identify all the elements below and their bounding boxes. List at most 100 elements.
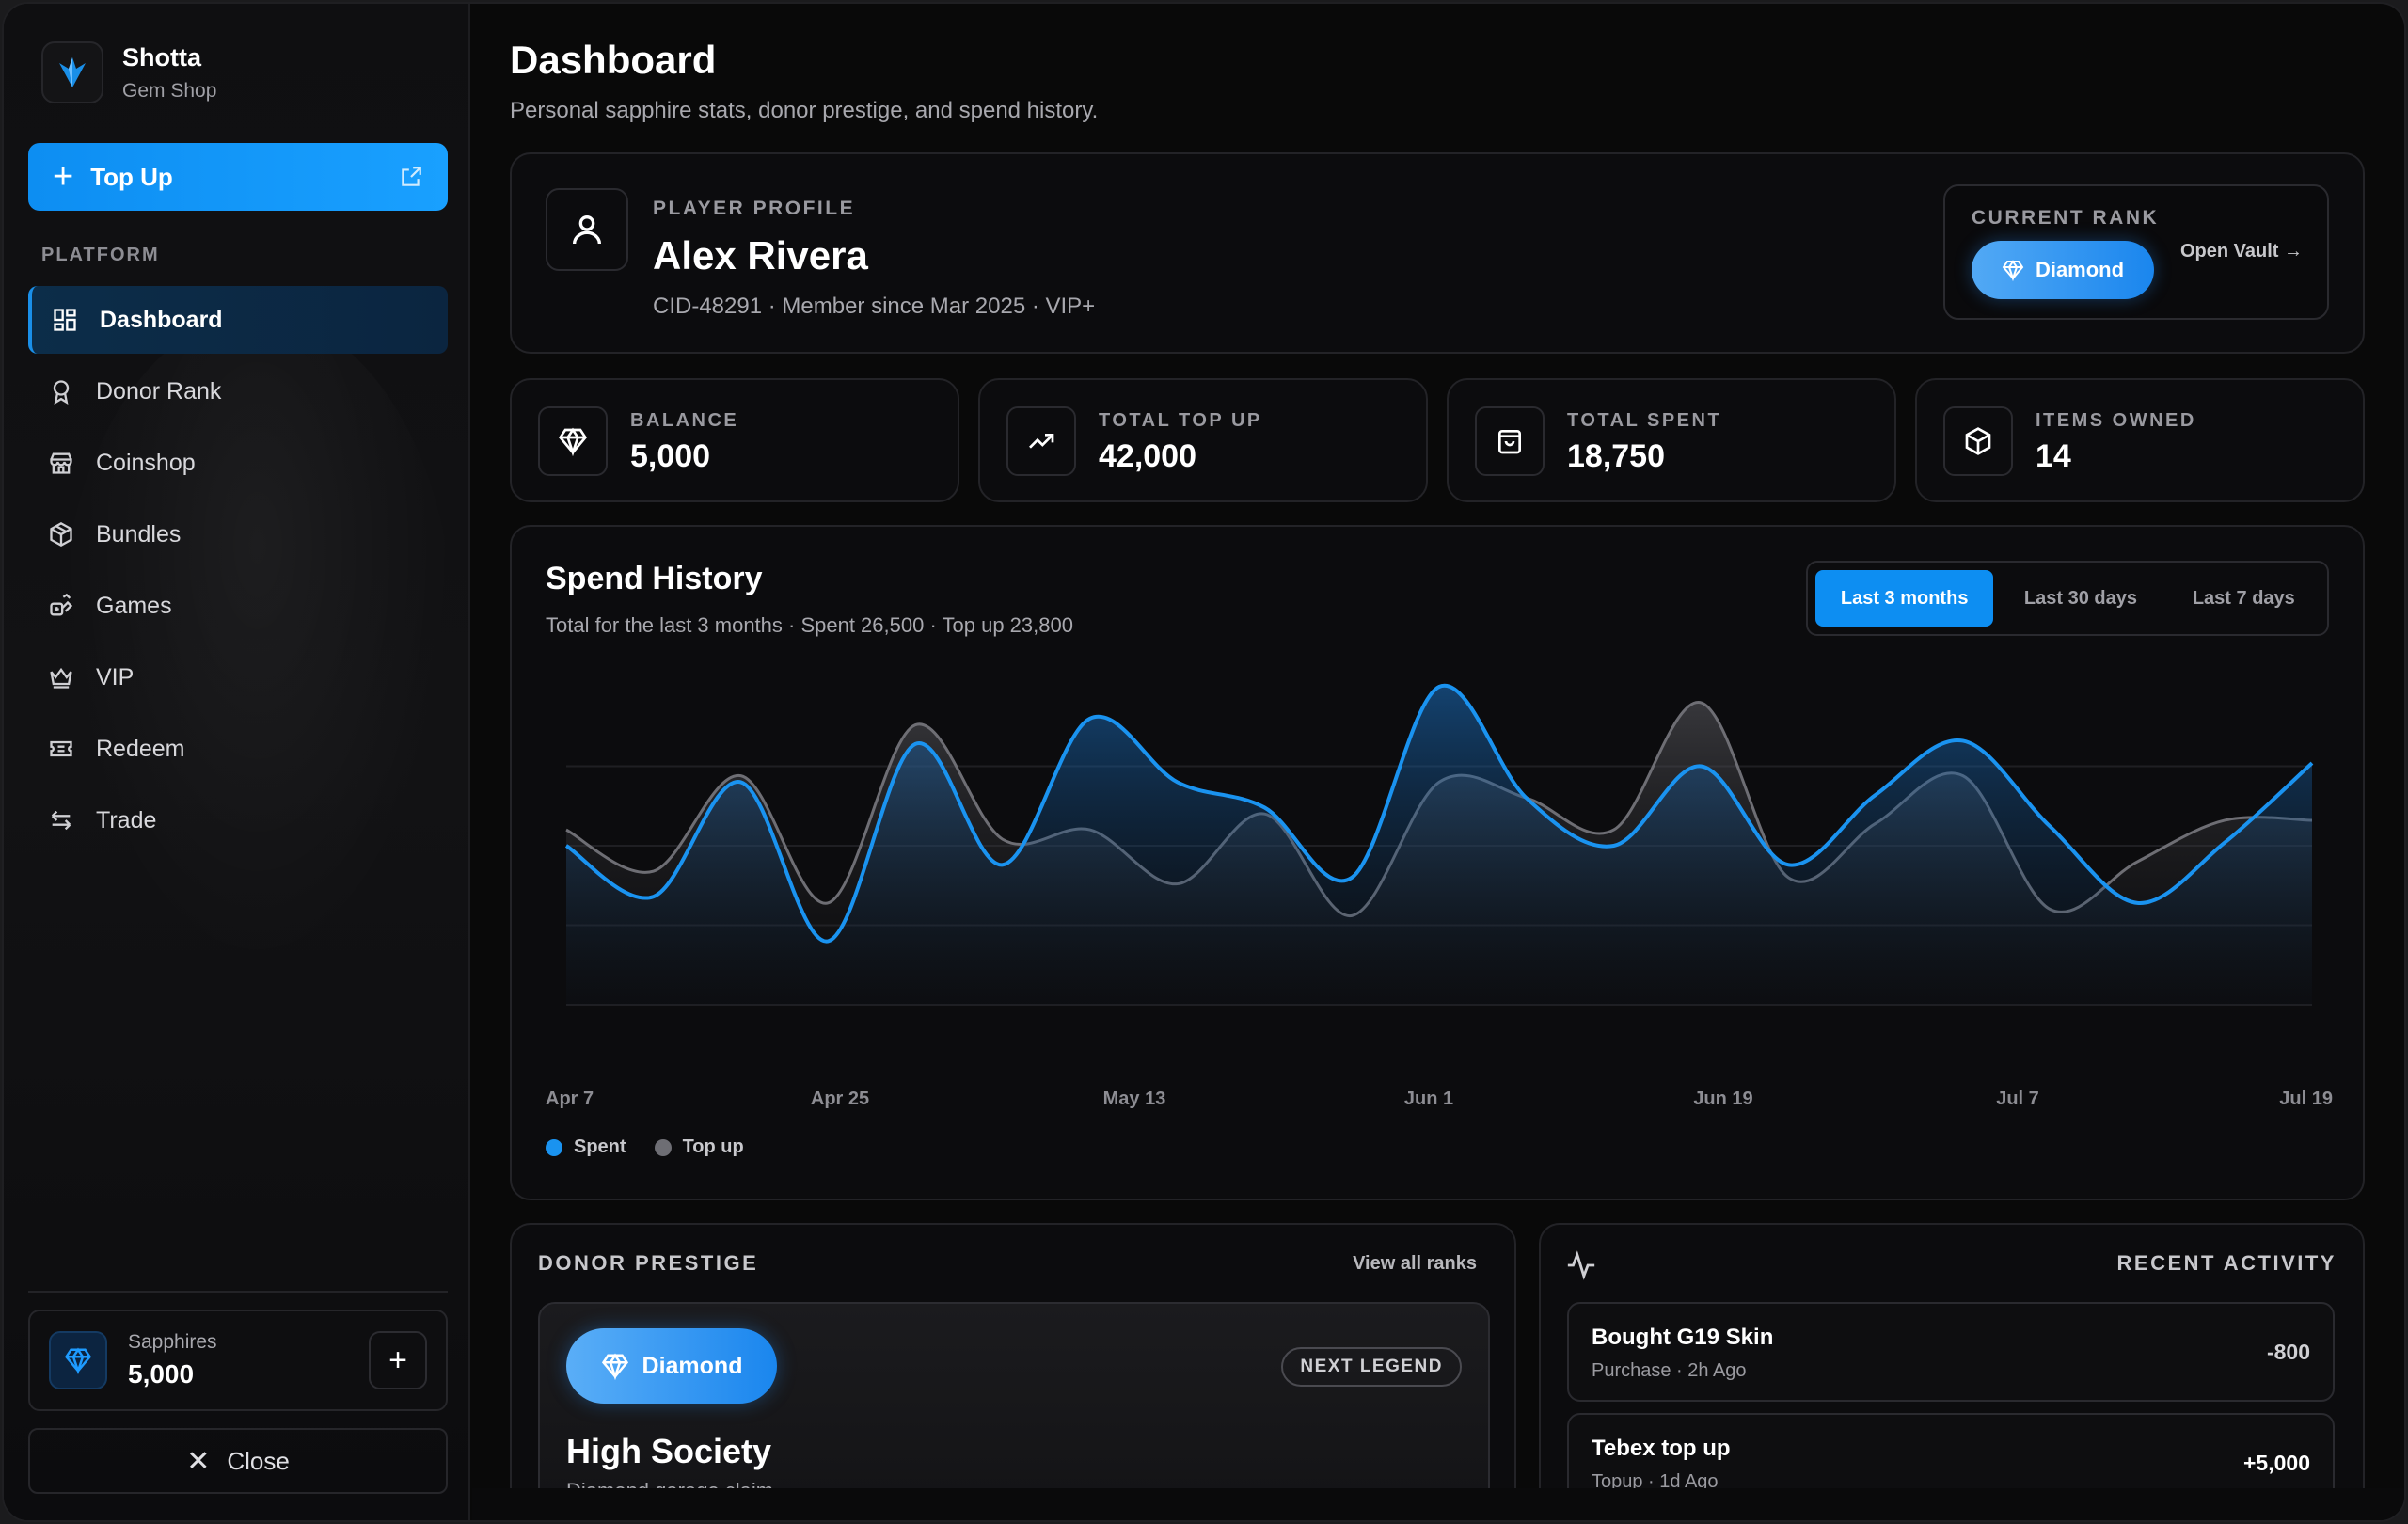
gem-icon	[49, 1331, 107, 1389]
main-content: Dashboard Personal sapphire stats, donor…	[472, 4, 2404, 1520]
legend-dot	[654, 1138, 672, 1156]
player-name: Alex Rivera	[653, 233, 868, 278]
sidebar-item-vip[interactable]: VIP	[28, 643, 448, 711]
donor-prestige-card: DONOR PRESTIGE View all ranks Diamond NE…	[510, 1223, 1516, 1520]
ticket-icon	[45, 733, 77, 765]
shopping-bag-icon	[1475, 406, 1545, 476]
chart-title: Spend History	[546, 561, 763, 596]
top-up-label: Top Up	[90, 162, 173, 191]
x-tick-label: Jul 19	[2279, 1088, 2333, 1109]
x-tick-label: Apr 25	[811, 1088, 869, 1109]
page-title: Dashboard	[510, 38, 717, 82]
page-subtitle: Personal sapphire stats, donor prestige,…	[510, 98, 1099, 123]
stat-label: ITEMS OWNED	[2036, 410, 2196, 431]
swap-icon	[45, 804, 77, 836]
brand-subtitle: Gem Shop	[122, 79, 217, 102]
gem-icon	[601, 1352, 629, 1380]
list-item[interactable]: Bought G19 Skin Purchase · 2h Ago -800	[1567, 1302, 2335, 1402]
dashboard-icon	[49, 304, 81, 336]
box-icon	[45, 518, 77, 550]
current-rank-label: CURRENT RANK	[1972, 207, 2160, 229]
sidebar-divider	[28, 1291, 448, 1293]
user-icon	[546, 188, 628, 271]
view-all-ranks-link[interactable]: View all ranks	[1353, 1253, 1477, 1275]
external-link-icon	[402, 167, 421, 186]
next-rank-badge: NEXT LEGEND	[1281, 1347, 1462, 1387]
profile-label: PLAYER PROFILE	[653, 198, 856, 219]
sidebar-item-label: Donor Rank	[96, 377, 222, 405]
recent-activity-card: RECENT ACTIVITY Bought G19 Skin Purchase…	[1539, 1223, 2365, 1520]
open-vault-link[interactable]: Open Vault →	[2180, 241, 2303, 262]
activity-meta: Purchase · 2h Ago	[1592, 1360, 1747, 1381]
stat-value: 42,000	[1099, 438, 1196, 474]
legend-spent[interactable]: Spent	[546, 1136, 626, 1158]
stat-items-owned: ITEMS OWNED 14	[1915, 378, 2365, 502]
range-tabs: Last 3 months Last 30 days Last 7 days	[1806, 561, 2329, 636]
app-window: Shotta Gem Shop + Top Up PLATFORM Dashbo…	[2, 2, 2406, 1522]
sidebar-item-label: Dashboard	[100, 306, 223, 333]
donor-prestige-label: DONOR PRESTIGE	[538, 1251, 759, 1275]
activity-title: Tebex top up	[1592, 1436, 1731, 1461]
tab-last-30-days[interactable]: Last 30 days	[1993, 570, 2167, 627]
stat-label: BALANCE	[630, 410, 739, 431]
add-sapphires-button[interactable]: +	[369, 1331, 427, 1389]
rank-name: Diamond	[2035, 258, 2125, 281]
x-tick-label: Jul 7	[1996, 1088, 2039, 1109]
gem-icon	[2002, 259, 2024, 281]
x-tick-label: Apr 7	[546, 1088, 594, 1109]
close-button[interactable]: ✕ Close	[28, 1428, 448, 1494]
platform-section-label: PLATFORM	[41, 245, 160, 265]
stat-total-spent: TOTAL SPENT 18,750	[1447, 378, 1896, 502]
legend-dot	[546, 1138, 562, 1156]
stat-value: 18,750	[1567, 438, 1665, 474]
x-tick-label: Jun 1	[1404, 1088, 1453, 1109]
trending-up-icon	[1006, 406, 1076, 476]
brand-name: Shotta	[122, 42, 201, 71]
store-icon	[45, 447, 77, 479]
player-profile-card: PLAYER PROFILE Alex Rivera CID-48291 · M…	[510, 152, 2365, 354]
sidebar-item-label: Bundles	[96, 520, 182, 548]
cube-icon	[1943, 406, 2013, 476]
sidebar-item-games[interactable]: Games	[28, 572, 448, 640]
legend-label: Top up	[682, 1136, 744, 1157]
sidebar: Shotta Gem Shop + Top Up PLATFORM Dashbo…	[4, 4, 470, 1520]
top-up-button[interactable]: + Top Up	[28, 143, 448, 211]
gem-icon	[538, 406, 608, 476]
sidebar-item-dashboard[interactable]: Dashboard	[28, 286, 448, 354]
legend-top-up[interactable]: Top up	[654, 1136, 744, 1158]
x-tick-label: Jun 19	[1693, 1088, 1752, 1109]
crown-icon	[45, 661, 77, 693]
stat-total-top-up: TOTAL TOP UP 42,000	[978, 378, 1428, 502]
sidebar-item-coinshop[interactable]: Coinshop	[28, 429, 448, 497]
sidebar-item-label: Redeem	[96, 735, 185, 762]
activity-amount: -800	[2266, 1340, 2310, 1364]
sidebar-item-bundles[interactable]: Bundles	[28, 500, 448, 568]
activity-icon	[1565, 1249, 1597, 1286]
sidebar-item-trade[interactable]: Trade	[28, 786, 448, 854]
gamepad-icon	[45, 590, 77, 622]
sidebar-item-label: Coinshop	[96, 449, 196, 476]
rank-name: Diamond	[642, 1352, 743, 1379]
stat-label: TOTAL SPENT	[1567, 410, 1722, 431]
stat-balance: BALANCE 5,000	[510, 378, 959, 502]
tab-last-3-months[interactable]: Last 3 months	[1815, 570, 1994, 627]
activity-title: Bought G19 Skin	[1592, 1325, 1774, 1350]
bottom-edge	[472, 1488, 2404, 1520]
recent-activity-label: RECENT ACTIVITY	[2116, 1251, 2337, 1275]
x-tick-label: May 13	[1103, 1088, 1166, 1109]
sidebar-item-redeem[interactable]: Redeem	[28, 715, 448, 783]
award-icon	[45, 375, 77, 407]
sidebar-item-label: Trade	[96, 806, 157, 833]
activity-amount: +5,000	[2243, 1451, 2310, 1475]
player-meta: CID-48291 · Member since Mar 2025 · VIP+	[653, 294, 1096, 319]
prestige-title: High Society	[566, 1432, 772, 1470]
sidebar-item-donor-rank[interactable]: Donor Rank	[28, 357, 448, 425]
brand-logo-icon	[41, 41, 103, 103]
chart-subtitle: Total for the last 3 months · Spent 26,5…	[546, 613, 1073, 637]
close-label: Close	[227, 1446, 290, 1475]
rank-badge: Diamond	[1972, 241, 2154, 299]
tab-last-7-days[interactable]: Last 7 days	[2168, 570, 2320, 627]
rank-badge: Diamond	[566, 1328, 777, 1404]
brand[interactable]: Shotta Gem Shop	[41, 41, 216, 103]
stat-value: 5,000	[630, 438, 711, 474]
